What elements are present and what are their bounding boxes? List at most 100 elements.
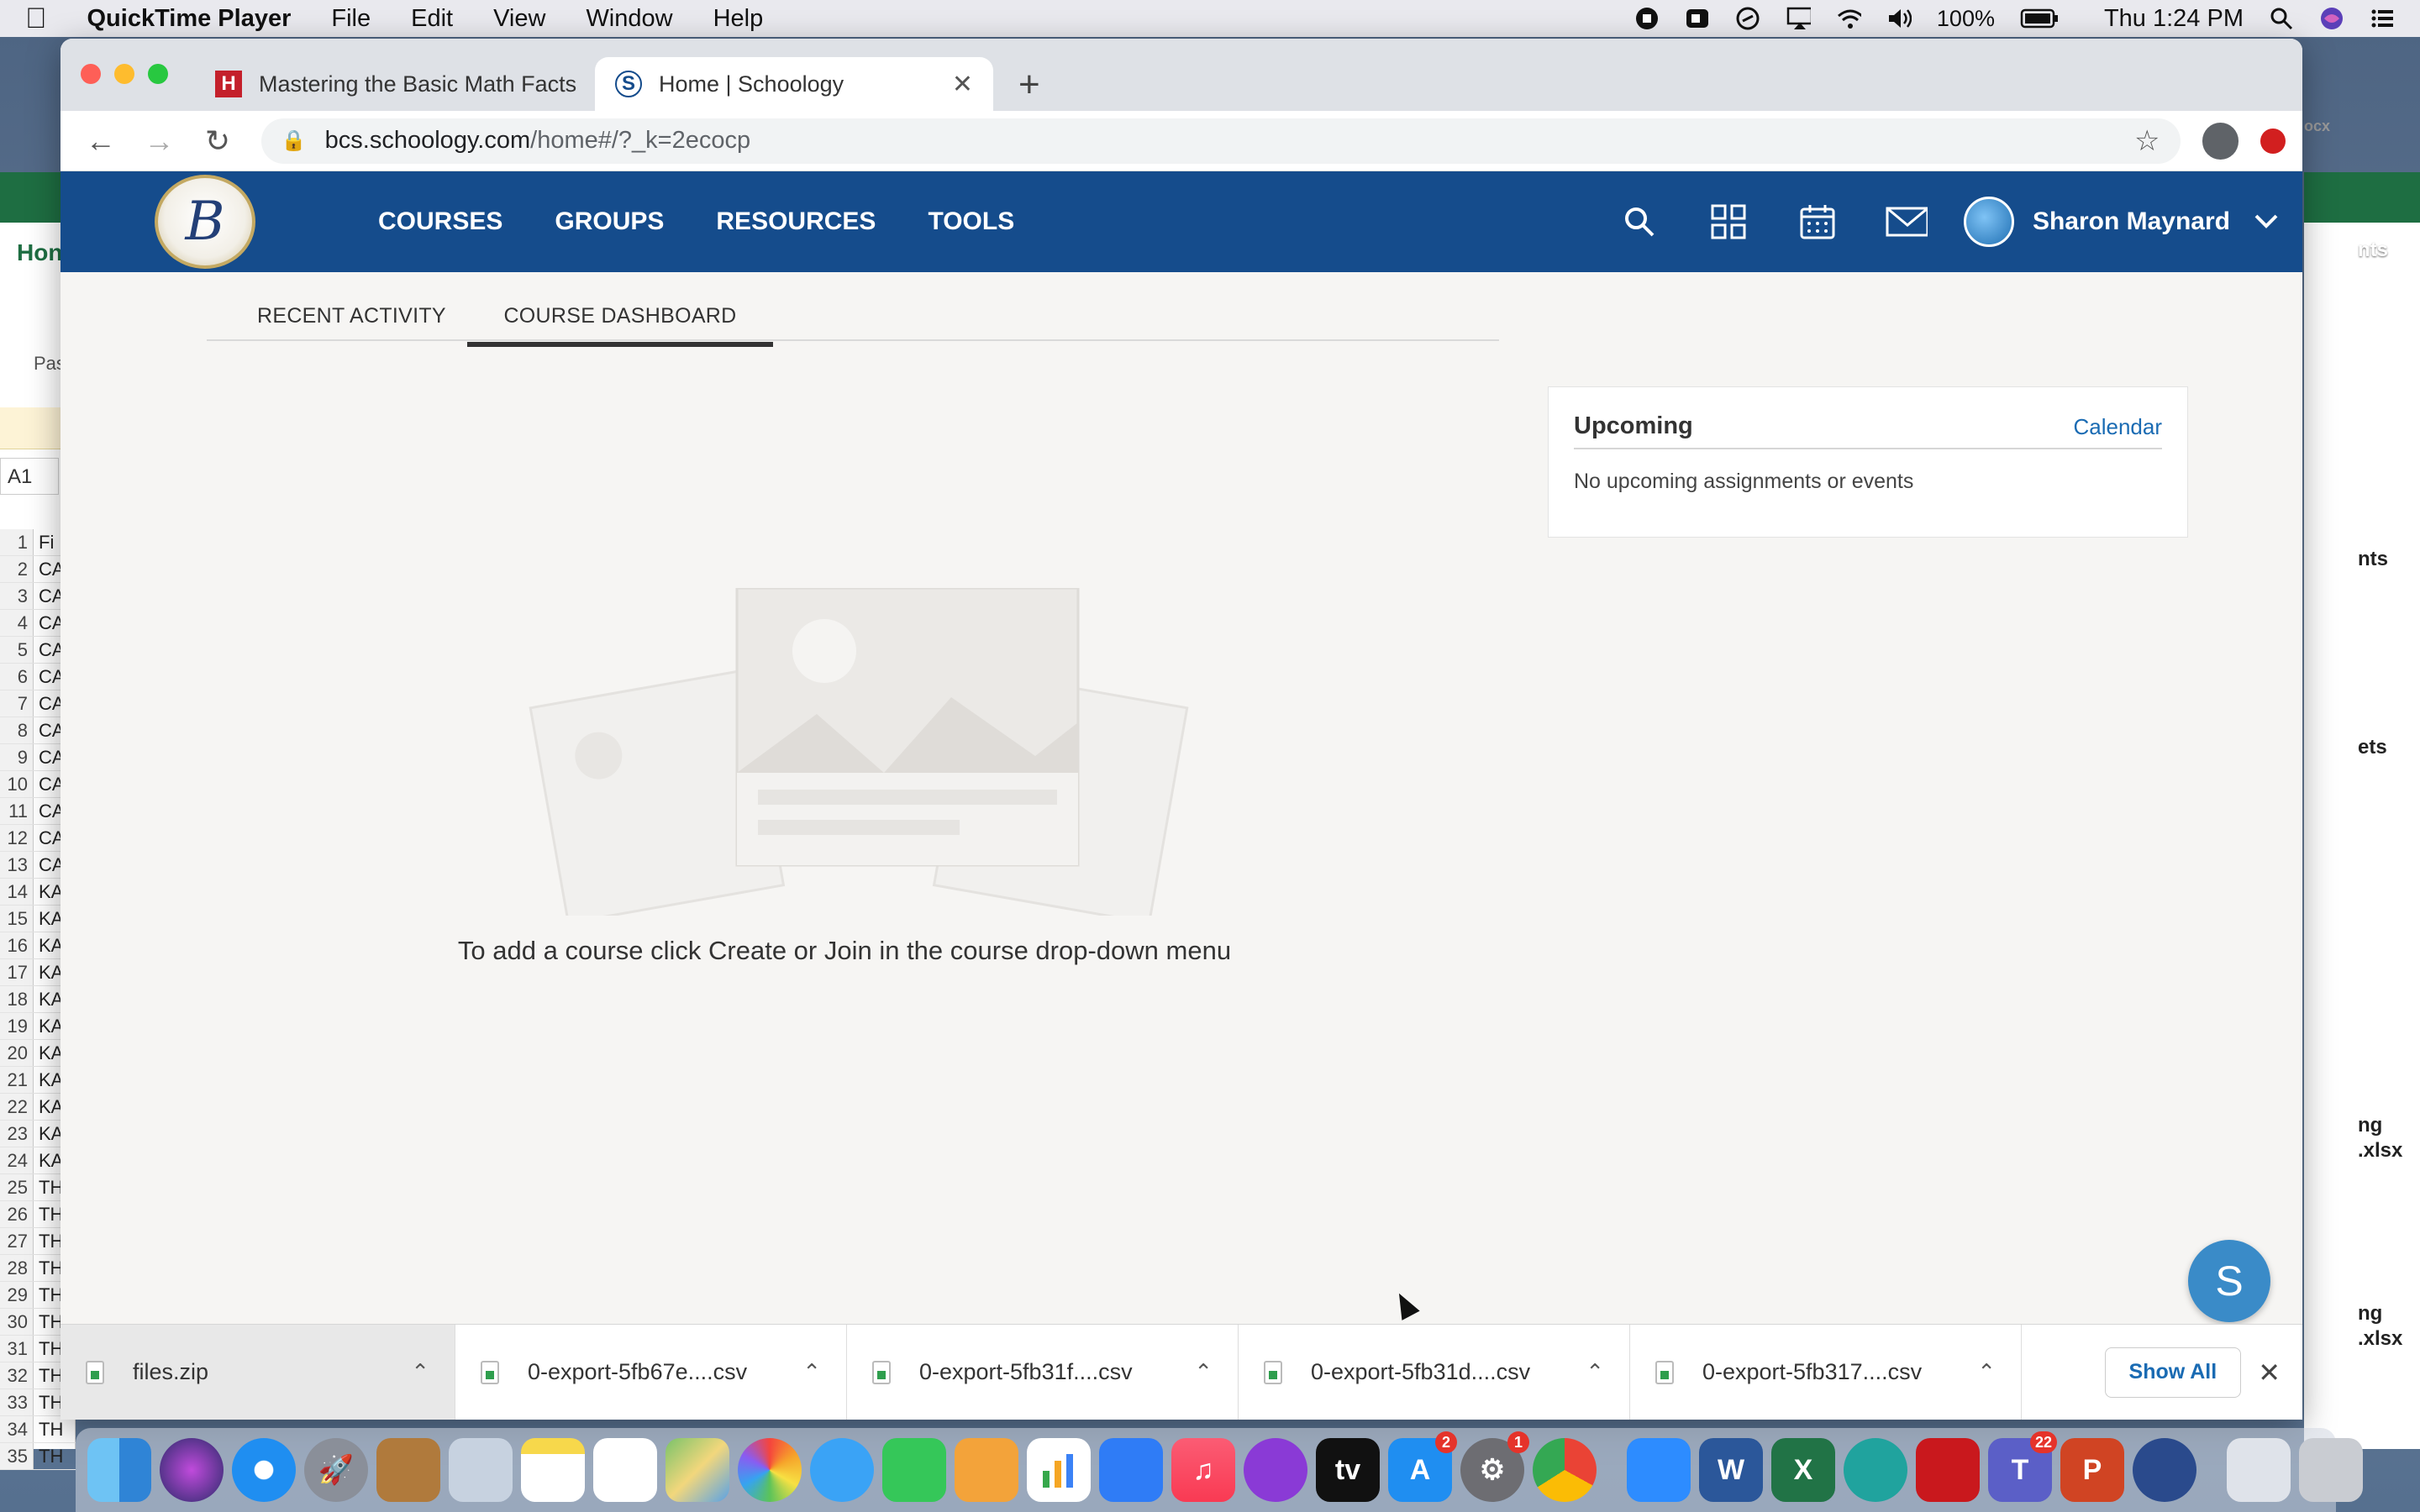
- safari-icon[interactable]: [232, 1438, 296, 1502]
- tab-mastering-math-facts[interactable]: H Mastering the Basic Math Facts ✕: [195, 57, 639, 111]
- excel-cell[interactable]: KA: [34, 959, 63, 985]
- excel-cell[interactable]: TH: [34, 1416, 63, 1442]
- facetime-icon[interactable]: [882, 1438, 946, 1502]
- search-icon[interactable]: [1618, 201, 1660, 243]
- show-all-downloads-button[interactable]: Show All: [2104, 1347, 2242, 1398]
- excel-cell[interactable]: TH: [34, 1443, 63, 1469]
- chevron-up-icon[interactable]: ⌃: [1586, 1359, 1604, 1385]
- nav-courses[interactable]: COURSES: [378, 207, 502, 236]
- tab-home-schoology[interactable]: S Home | Schoology ✕: [595, 57, 993, 111]
- zoom-icon[interactable]: [1627, 1438, 1691, 1502]
- tab-course-dashboard[interactable]: COURSE DASHBOARD: [467, 304, 773, 347]
- excel-cell[interactable]: KA: [34, 932, 63, 958]
- siri-icon[interactable]: [160, 1438, 224, 1502]
- user-name[interactable]: Sharon Maynard: [2033, 207, 2230, 236]
- chevron-up-icon[interactable]: ⌃: [1977, 1359, 1996, 1385]
- nav-resources[interactable]: RESOURCES: [716, 207, 876, 236]
- menu-help[interactable]: Help: [713, 5, 764, 33]
- messages-envelope-icon[interactable]: [1886, 201, 1928, 243]
- system-preferences-icon[interactable]: ⚙ 1: [1460, 1431, 1529, 1502]
- battery-icon[interactable]: [2020, 6, 2059, 31]
- nav-groups[interactable]: GROUPS: [555, 207, 664, 236]
- user-menu[interactable]: Sharon Maynard: [1963, 171, 2279, 272]
- siri-icon[interactable]: [2319, 6, 2344, 31]
- excel-cell[interactable]: Fi: [34, 529, 54, 555]
- downloads-stack-icon[interactable]: [2227, 1438, 2291, 1502]
- excel-cell[interactable]: KA: [34, 986, 63, 1012]
- calendar-icon[interactable]: [1797, 201, 1839, 243]
- grammarly-icon[interactable]: [1844, 1438, 1907, 1502]
- menu-view[interactable]: View: [493, 5, 545, 33]
- preview-icon[interactable]: [449, 1438, 513, 1502]
- acrobat-icon[interactable]: [1916, 1438, 1980, 1502]
- excel-cell[interactable]: KA: [34, 1040, 63, 1066]
- powerpoint-icon[interactable]: P: [2060, 1438, 2124, 1502]
- download-item[interactable]: 0-export-5fb317....csv ⌃: [1630, 1324, 2022, 1420]
- excel-cell[interactable]: TH: [34, 1174, 63, 1200]
- calendar-link[interactable]: Calendar: [2073, 414, 2162, 440]
- excel-cell[interactable]: TH: [34, 1362, 63, 1389]
- excel-icon[interactable]: X: [1771, 1438, 1835, 1502]
- wifi-icon[interactable]: [1836, 6, 1861, 31]
- chevron-up-icon[interactable]: ⌃: [1194, 1359, 1213, 1385]
- excel-cell[interactable]: TH: [34, 1201, 63, 1227]
- music-icon[interactable]: ♫: [1171, 1438, 1235, 1502]
- maps-icon[interactable]: [666, 1438, 729, 1502]
- excel-cell[interactable]: KA: [34, 1013, 63, 1039]
- reminders-icon[interactable]: [593, 1438, 657, 1502]
- finder-icon[interactable]: [87, 1438, 151, 1502]
- chevron-down-icon[interactable]: [2254, 207, 2279, 236]
- download-item[interactable]: 0-export-5fb31d....csv ⌃: [1239, 1324, 1630, 1420]
- excel-cell[interactable]: TH: [34, 1228, 63, 1254]
- extension-icon[interactable]: [2260, 128, 2286, 154]
- trash-icon[interactable]: [2299, 1438, 2363, 1502]
- window-minimize-button[interactable]: [114, 64, 134, 84]
- airplay-icon[interactable]: [1786, 6, 1811, 31]
- download-item[interactable]: 0-export-5fb31f....csv ⌃: [847, 1324, 1239, 1420]
- nav-tools[interactable]: TOOLS: [928, 207, 1014, 236]
- numbers-icon[interactable]: [1027, 1438, 1091, 1502]
- app-name-menu[interactable]: QuickTime Player: [87, 5, 292, 33]
- address-bar[interactable]: 🔒 bcs.schoology.com/home#/?_k=2ecocp ☆: [260, 118, 2181, 164]
- desktop-file-label[interactable]: .xlsx: [2358, 1327, 2402, 1351]
- volume-icon[interactable]: [1886, 6, 1912, 31]
- excel-cell[interactable]: KA: [34, 906, 63, 932]
- menu-file[interactable]: File: [331, 5, 371, 33]
- stop-recording-icon[interactable]: [1634, 6, 1660, 31]
- reload-icon[interactable]: ↻: [194, 118, 241, 165]
- excel-cell[interactable]: TH: [34, 1336, 63, 1362]
- excel-cell[interactable]: KA: [34, 1121, 63, 1147]
- spotlight-search-icon[interactable]: [2269, 6, 2294, 31]
- excel-cell[interactable]: TH: [34, 1255, 63, 1281]
- avatar[interactable]: [1963, 197, 2014, 247]
- excel-cell[interactable]: KA: [34, 879, 63, 905]
- excel-cell[interactable]: KA: [34, 1067, 63, 1093]
- lock-icon[interactable]: 🔒: [281, 129, 307, 153]
- zoom-status-icon[interactable]: [1685, 6, 1710, 31]
- quicktime-icon[interactable]: [2133, 1438, 2196, 1502]
- menu-window[interactable]: Window: [586, 5, 672, 33]
- excel-cell[interactable]: TH: [34, 1389, 63, 1415]
- teams-icon[interactable]: T 22: [1988, 1431, 2057, 1502]
- excel-home-tab[interactable]: Hon: [17, 239, 62, 266]
- app-store-icon[interactable]: A2: [1388, 1431, 1457, 1502]
- messages-icon[interactable]: [810, 1438, 874, 1502]
- contacts-icon[interactable]: [376, 1438, 440, 1502]
- pages-icon[interactable]: [955, 1438, 1018, 1502]
- apple-menu-icon[interactable]: : [25, 3, 47, 35]
- word-icon[interactable]: W: [1699, 1438, 1763, 1502]
- window-maximize-button[interactable]: [148, 64, 168, 84]
- sync-icon[interactable]: [1735, 6, 1760, 31]
- back-arrow-icon[interactable]: ←: [77, 118, 124, 165]
- keynote-icon[interactable]: [1099, 1438, 1163, 1502]
- excel-cell[interactable]: KA: [34, 1094, 63, 1120]
- excel-row[interactable]: 35 TH: [0, 1443, 76, 1470]
- excel-cell[interactable]: KA: [34, 1147, 63, 1173]
- district-logo[interactable]: B: [155, 175, 255, 269]
- menubar-clock[interactable]: Thu 1:24 PM: [2104, 5, 2244, 33]
- notes-icon[interactable]: [521, 1438, 585, 1502]
- tab-recent-activity[interactable]: RECENT ACTIVITY: [257, 304, 446, 328]
- new-tab-button[interactable]: +: [1018, 64, 1040, 106]
- excel-cell[interactable]: TH: [34, 1282, 63, 1308]
- excel-row[interactable]: 34 TH: [0, 1416, 76, 1443]
